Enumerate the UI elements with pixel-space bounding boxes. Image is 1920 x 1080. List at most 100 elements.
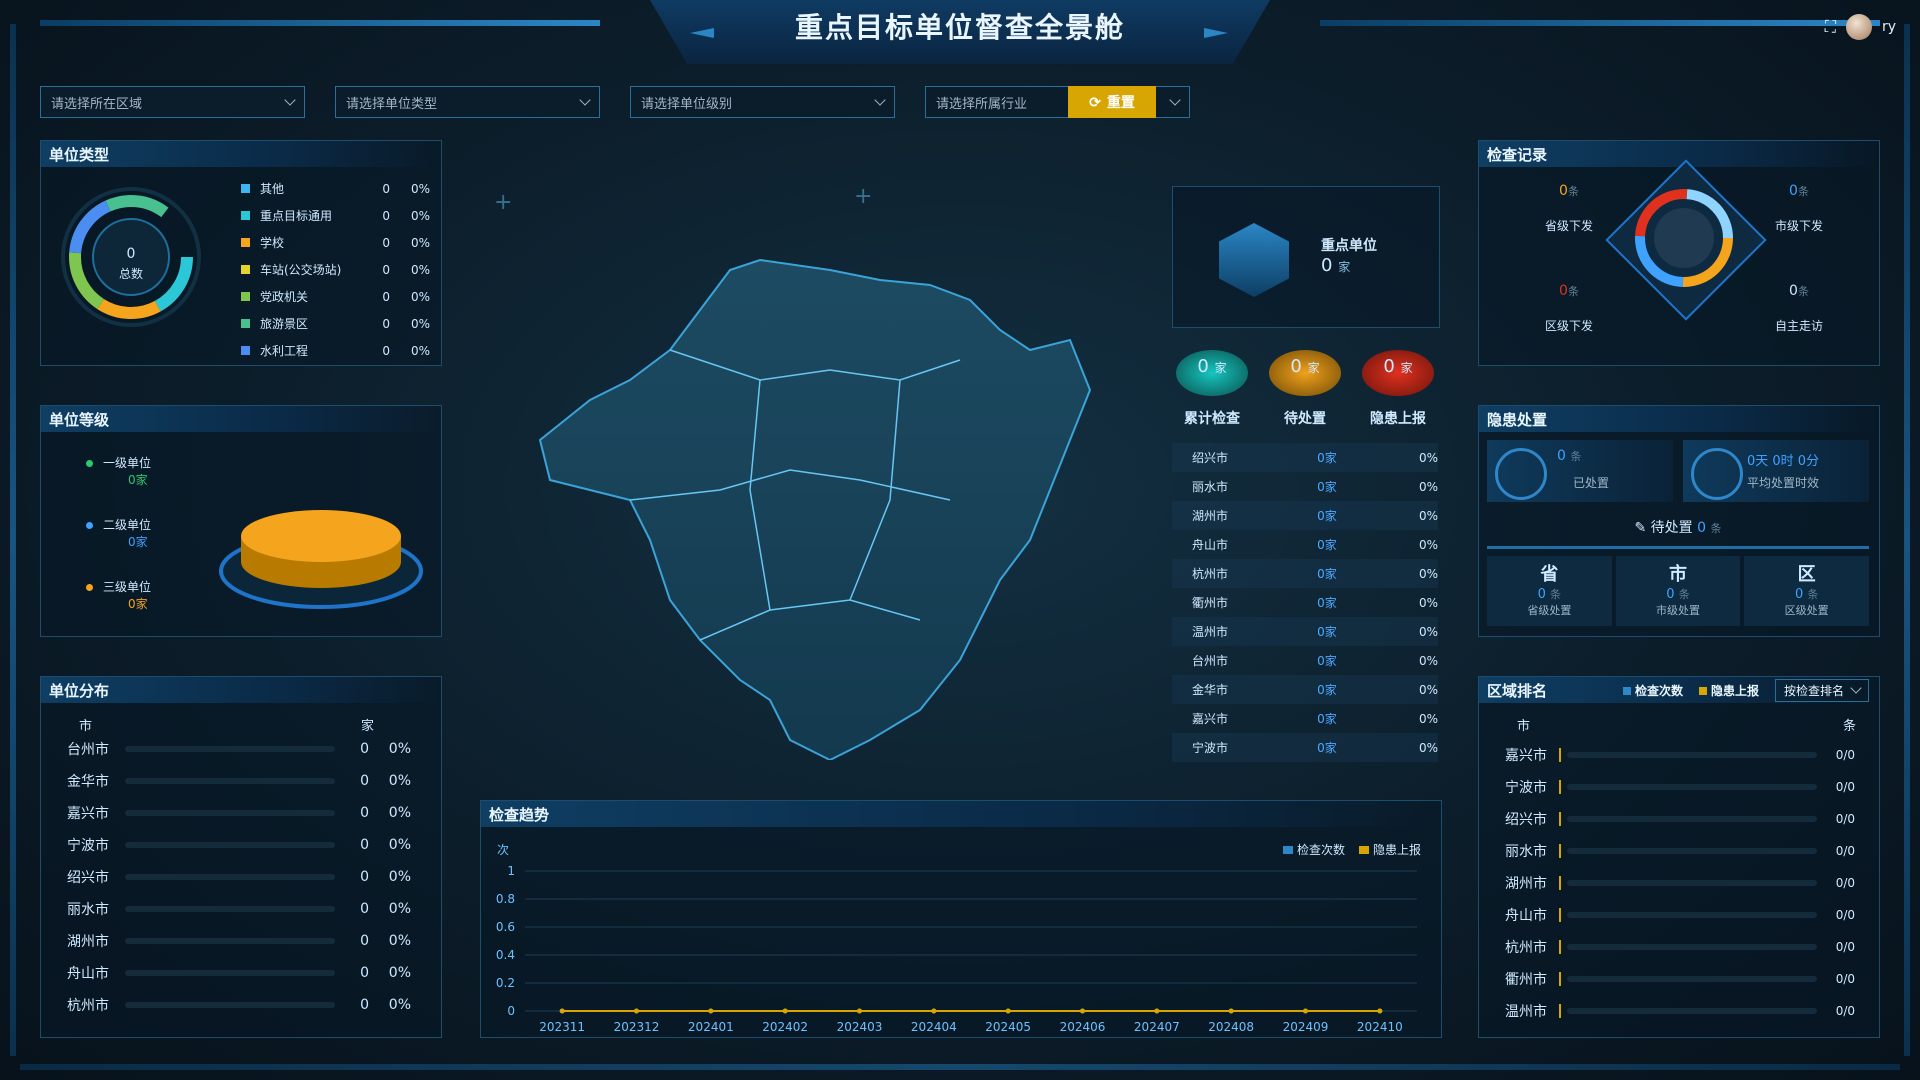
record-label: 自主走访	[1774, 319, 1823, 333]
hazard-level-card: 省0 条省级处置	[1487, 556, 1612, 626]
rank-city: 嘉兴市	[1505, 748, 1547, 764]
list-item: 绍兴市 0 0%	[67, 861, 423, 893]
rank-bar	[1559, 908, 1561, 922]
rank-city: 杭州市	[1505, 940, 1547, 956]
unit-level-label: 二级单位	[103, 518, 152, 532]
stat-label: 待处置	[1284, 411, 1326, 427]
hazard-level-value-row: 0 条	[1487, 586, 1612, 602]
table-row: 绍兴市 0家 0%	[1172, 443, 1438, 472]
distribution-city: 湖州市	[67, 934, 109, 950]
rank-city: 绍兴市	[1505, 812, 1547, 828]
x-tick-label: 202405	[985, 1020, 1031, 1034]
hazard-level-unit: 条	[1807, 588, 1819, 601]
unit-type-pct: 0%	[410, 262, 430, 277]
left-frame-edge	[10, 24, 16, 1056]
rank-value: 0/0	[1835, 812, 1855, 826]
record-value: 0	[1789, 283, 1798, 299]
distribution-pct: 0%	[388, 933, 411, 949]
user-name: ry	[1881, 19, 1896, 35]
user-menu[interactable]: ⛶ ry	[1825, 14, 1896, 40]
unit-level-label-row: 一级单位	[86, 454, 151, 471]
city-name: 宁波市	[1192, 741, 1229, 755]
distribution-count: 0	[360, 997, 369, 1013]
table-row: 宁波市 0家 0%	[1172, 733, 1438, 762]
unit-type-item: 车站(公交场站) 0 0%	[241, 256, 430, 283]
list-item: 杭州市 0/0	[1505, 931, 1855, 963]
distribution-list: 台州市 0 0% 金华市 0 0% 嘉兴市 0 0% 宁波市 0 0% 绍兴市 0 0% 丽水市 0 0…	[67, 733, 423, 1021]
unit-level-label: 三级单位	[103, 580, 152, 594]
hazard-level-card: 区0 条区级处置	[1744, 556, 1870, 626]
region-select[interactable]: 请选择所在区域	[40, 86, 305, 118]
unit-type-label: 车站(公交场站)	[260, 263, 342, 277]
trend-panel: 检查趋势 次 检查次数 隐患上报 1 0.8 0.6 0.4 0.2 0 202311 202…	[480, 800, 1442, 1038]
unit-level-item: 一级单位 0家	[86, 454, 151, 516]
rank-bar	[1559, 940, 1561, 954]
legend-dot	[86, 584, 93, 591]
record-label: 省级下发	[1544, 219, 1593, 233]
reset-button[interactable]: ⟳ 重置	[1068, 86, 1156, 118]
unit-type-select[interactable]: 请选择单位类型	[335, 86, 600, 118]
rank-value: 0/0	[1835, 844, 1855, 858]
right-frame-edge	[1904, 24, 1910, 1056]
unit-type-title: 单位类型	[41, 141, 441, 167]
plus-icon: +	[494, 190, 513, 215]
unit-type-total-label: 总数	[118, 267, 143, 281]
x-tick-label: 202401	[688, 1020, 734, 1034]
data-point	[559, 1008, 565, 1014]
data-point	[1154, 1008, 1160, 1014]
building-icon	[1219, 223, 1289, 297]
data-point	[1005, 1008, 1011, 1014]
hazard-level-card: 市0 条市级处置	[1615, 556, 1741, 626]
rank-bar-bg	[1567, 848, 1817, 854]
data-point	[782, 1008, 788, 1014]
sort-select[interactable]: 按检查排名	[1774, 678, 1869, 702]
stat-unit: 家	[1307, 361, 1320, 375]
distribution-pct: 0%	[388, 965, 411, 981]
city-count: 0家	[1317, 625, 1337, 639]
unit-type-label: 其他	[260, 182, 285, 196]
legend-swatch	[241, 319, 250, 328]
hazard-avg-time: 0天 0时 0分	[1747, 454, 1820, 469]
city-name: 温州市	[1192, 625, 1229, 639]
record-value-row: 0条	[1519, 283, 1619, 299]
distribution-bar	[125, 810, 335, 816]
unit-type-panel: 单位类型 0 总数 其他 0 0% 重点目标通用 0 0% 学校 0 0% 车站(公交场站)…	[40, 140, 442, 366]
city-pct: 0%	[1418, 682, 1438, 697]
distribution-city: 金华市	[67, 774, 109, 790]
unit-level-label: 一级单位	[103, 456, 152, 470]
rank-value: 0/0	[1835, 876, 1855, 890]
hazard-avg-label: 平均处置时效	[1747, 476, 1820, 490]
region-rank-header: 区域排名 检查次数 隐患上报 按检查排名	[1479, 677, 1879, 703]
city-name: 嘉兴市	[1192, 712, 1229, 726]
unit-level-select[interactable]: 请选择单位级别	[630, 86, 895, 118]
legend-swatch	[1622, 686, 1631, 695]
top-deco-right	[1320, 20, 1880, 26]
record-value: 0	[1559, 183, 1568, 199]
avatar[interactable]	[1845, 14, 1872, 40]
distribution-pct: 0%	[388, 741, 411, 757]
city-pct: 0%	[1418, 740, 1438, 755]
rank-city: 衢州市	[1505, 972, 1547, 988]
fullscreen-icon[interactable]: ⛶	[1825, 17, 1836, 37]
unit-type-label: 旅游景区	[260, 317, 309, 331]
province-map[interactable]	[530, 240, 1150, 760]
rank-bar	[1559, 748, 1561, 762]
rank-header-city: 市	[1517, 719, 1531, 734]
data-point	[857, 1008, 862, 1014]
rank-bar-bg	[1567, 752, 1817, 758]
rank-bar	[1559, 812, 1561, 826]
distribution-city: 绍兴市	[67, 870, 109, 886]
rank-bar	[1559, 844, 1561, 858]
chevron-down-icon	[579, 94, 591, 106]
stat-label: 累计检查	[1184, 411, 1240, 427]
legend-label: 检查次数	[1634, 683, 1683, 698]
unit-level-value: 0家	[128, 535, 148, 549]
plus-icon: +	[854, 184, 873, 209]
list-item: 温州市 0/0	[1505, 995, 1855, 1027]
city-pct: 0%	[1418, 450, 1438, 465]
reset-button-label: 重置	[1106, 94, 1135, 110]
x-tick-label: 202402	[762, 1020, 808, 1034]
record-item: 0条 市级下发	[1749, 183, 1849, 234]
unit-type-item: 学校 0 0%	[241, 229, 430, 256]
unit-type-count: 0	[382, 262, 390, 277]
